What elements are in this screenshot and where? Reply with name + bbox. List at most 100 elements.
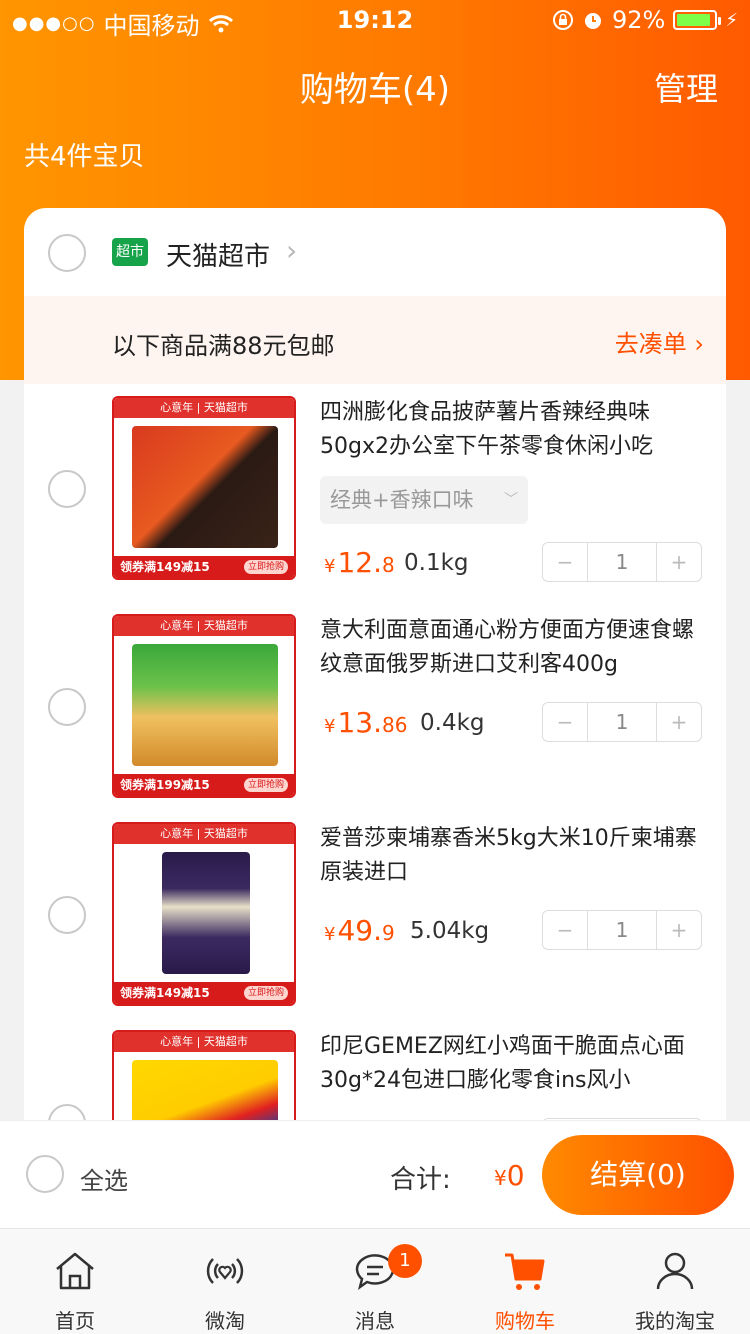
- free-shipping-text: 以下商品满88元包邮: [112, 332, 335, 360]
- chevron-right-icon: ›: [694, 330, 704, 358]
- quantity-value[interactable]: 1: [587, 911, 657, 949]
- battery-percent: 92%: [612, 6, 666, 34]
- coupon-text: 领券满149减15: [120, 986, 210, 1000]
- price-currency: ¥: [324, 556, 336, 577]
- coupon-strip: 领券满149减15 立即抢购: [114, 982, 294, 1004]
- store-card: 超市 天猫超市 › 以下商品满88元包邮 去凑单 › 心意年 | 天猫超市 领券…: [24, 208, 726, 1148]
- pasta-picture: [132, 644, 278, 766]
- tmall-supermarket-icon: 超市: [112, 238, 148, 266]
- quantity-stepper: − 1 +: [542, 910, 702, 950]
- image-banner: 心意年 | 天猫超市: [114, 824, 294, 844]
- add-more-link[interactable]: 去凑单 ›: [615, 324, 704, 359]
- price-integer: 12.: [337, 546, 382, 579]
- coupon-strip: 领券满149减15 立即抢购: [114, 556, 294, 578]
- coupon-text: 领券满149减15: [120, 560, 210, 574]
- quantity-stepper: − 1 +: [542, 702, 702, 742]
- item-select-radio[interactable]: [48, 896, 86, 934]
- product-image[interactable]: 心意年 | 天猫超市 领券满199减15 立即抢购: [112, 614, 296, 798]
- increase-button[interactable]: +: [657, 703, 701, 741]
- tab-label: 首页: [55, 1309, 95, 1333]
- quantity-value[interactable]: 1: [587, 543, 657, 581]
- chevron-down-icon: ﹀: [504, 492, 518, 508]
- total-price: ¥0: [494, 1159, 525, 1192]
- product-price: ¥13.86: [324, 706, 407, 739]
- total-label: 合计:: [390, 1165, 451, 1195]
- coupon-text: 领券满199减15: [120, 778, 210, 792]
- coupon-go: 立即抢购: [243, 560, 288, 574]
- increase-button[interactable]: +: [657, 911, 701, 949]
- price-decimal: 9: [381, 921, 395, 945]
- sku-selector[interactable]: 经典+香辣口味 ﹀: [320, 476, 528, 524]
- rotation-lock-icon: [553, 10, 574, 30]
- chips-picture: [132, 426, 278, 548]
- image-banner: 心意年 | 天猫超市: [114, 616, 294, 636]
- total-currency: ¥: [494, 1166, 507, 1190]
- status-bar: ●●●○○ 中国移动 19:12 92% ⚡: [0, 0, 750, 40]
- product-weight: 5.04kg: [410, 918, 490, 944]
- select-all-radio[interactable]: [26, 1155, 64, 1193]
- cart-item: 心意年 | 天猫超市 领券满149减15 立即抢购 四洲膨化食品披萨薯片香辣经典味…: [24, 396, 726, 586]
- product-weight: 0.4kg: [420, 710, 485, 736]
- battery-icon: [673, 10, 722, 30]
- increase-button[interactable]: +: [657, 543, 701, 581]
- cart-icon: [505, 1253, 545, 1290]
- product-title[interactable]: 爱普莎柬埔寨香米5kg大米10斤柬埔寨原装进口: [320, 822, 706, 890]
- product-title[interactable]: 四洲膨化食品披萨薯片香辣经典味50gx2办公室下午茶零食休闲小吃: [320, 396, 706, 464]
- tab-label: 购物车: [495, 1309, 555, 1333]
- free-shipping-banner: 以下商品满88元包邮 去凑单 ›: [24, 296, 726, 384]
- product-title[interactable]: 意大利面意面通心粉方便面方便速食螺纹意面俄罗斯进口艾利客400g: [320, 614, 706, 682]
- price-integer: 13.: [337, 706, 382, 739]
- tab-bar: 首页 微淘 消息 购物车 我的淘宝: [0, 1228, 750, 1334]
- sku-label: 经典+香辣口味: [330, 488, 474, 512]
- decrease-button[interactable]: −: [543, 543, 587, 581]
- decrease-button[interactable]: −: [543, 911, 587, 949]
- product-price: ¥12.8: [324, 546, 395, 579]
- home-icon: [56, 1252, 94, 1290]
- product-image[interactable]: 心意年 | 天猫超市 领券满149减15 立即抢购: [112, 396, 296, 580]
- rice-bag-picture: [162, 852, 250, 974]
- alarm-icon: [585, 13, 602, 29]
- item-select-radio[interactable]: [48, 688, 86, 726]
- tab-my-taobao[interactable]: 我的淘宝: [600, 1229, 750, 1334]
- price-currency: ¥: [324, 924, 336, 945]
- message-badge: 1: [388, 1244, 422, 1278]
- chevron-right-icon: ›: [286, 234, 298, 267]
- coupon-strip: 领券满199减15 立即抢购: [114, 774, 294, 796]
- item-select-radio[interactable]: [48, 470, 86, 508]
- select-all-label[interactable]: 全选: [80, 1161, 128, 1196]
- product-title[interactable]: 印尼GEMEZ网红小鸡面干脆面点心面30g*24包进口膨化零食ins风小: [320, 1030, 706, 1098]
- total-amount: 0: [506, 1159, 525, 1192]
- store-header[interactable]: 超市 天猫超市 ›: [24, 208, 726, 296]
- charging-icon: ⚡: [725, 9, 738, 31]
- product-price: ¥49.9: [324, 914, 395, 947]
- image-banner: 心意年 | 天猫超市: [114, 398, 294, 418]
- tab-cart[interactable]: 购物车: [450, 1229, 600, 1334]
- product-weight: 0.1kg: [404, 550, 469, 576]
- cart-item: 心意年 | 天猫超市 领券满199减15 立即抢购 意大利面意面通心粉方便面方便速…: [24, 614, 726, 804]
- price-currency: ¥: [324, 716, 336, 737]
- tab-messages[interactable]: 消息: [300, 1229, 450, 1334]
- store-name[interactable]: 天猫超市: [166, 236, 270, 273]
- checkout-bar: 全选 合计: ¥0 结算(0): [0, 1120, 750, 1228]
- price-integer: 49.: [337, 914, 382, 947]
- image-banner: 心意年 | 天猫超市: [114, 1032, 294, 1052]
- page-title: 购物车(4): [299, 70, 451, 110]
- add-more-label: 去凑单: [614, 330, 687, 358]
- manage-button[interactable]: 管理: [654, 64, 718, 110]
- product-image[interactable]: 心意年 | 天猫超市 领券满149减15 立即抢购: [112, 822, 296, 1006]
- store-select-radio[interactable]: [48, 234, 86, 272]
- price-decimal: 8: [381, 553, 395, 577]
- status-right: 92% ⚡: [552, 6, 738, 34]
- quantity-value[interactable]: 1: [587, 703, 657, 741]
- items-count: 共4件宝贝: [24, 142, 145, 172]
- price-decimal: 86: [381, 713, 408, 737]
- tab-home[interactable]: 首页: [0, 1229, 150, 1334]
- checkout-button[interactable]: 结算(0): [542, 1135, 734, 1215]
- cart-item: 心意年 | 天猫超市 领券满149减15 立即抢购 爱普莎柬埔寨香米5kg大米10…: [24, 822, 726, 1012]
- tab-label: 我的淘宝: [635, 1309, 715, 1333]
- coupon-go: 立即抢购: [243, 986, 288, 1000]
- tab-weitao[interactable]: 微淘: [150, 1229, 300, 1334]
- decrease-button[interactable]: −: [543, 703, 587, 741]
- profile-icon: [656, 1252, 694, 1290]
- coupon-go: 立即抢购: [243, 778, 288, 792]
